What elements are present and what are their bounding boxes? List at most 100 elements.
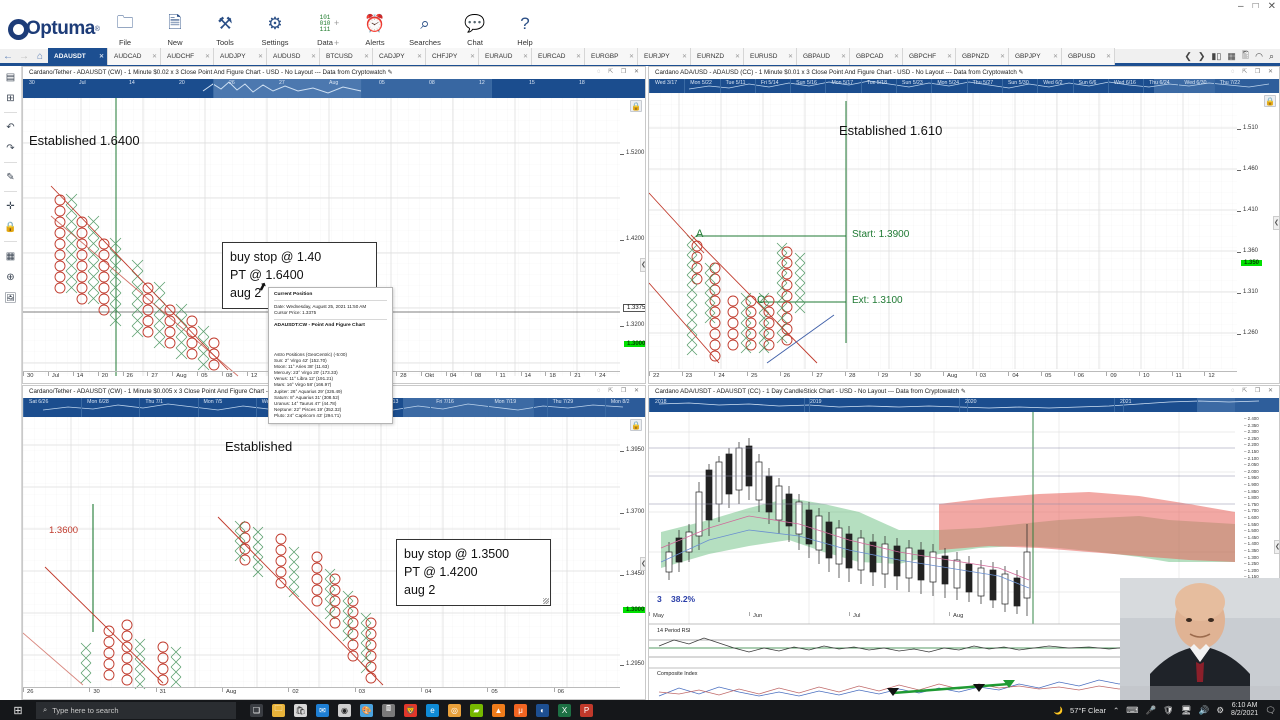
image-icon[interactable]: 🖼 xyxy=(3,291,18,305)
tab-close-icon[interactable]: ✕ xyxy=(1000,53,1005,60)
tray-settings-icon[interactable]: ⚙ xyxy=(1216,705,1224,716)
calculator-icon[interactable]: 🖩 xyxy=(382,703,395,717)
chrome-icon[interactable]: ◎ xyxy=(448,703,461,717)
undo-icon[interactable]: ↶ xyxy=(3,120,18,134)
layout-split-icon[interactable]: ▮▯ xyxy=(1211,51,1221,62)
tab-gbpcad[interactable]: GBPCAD ✕ xyxy=(850,47,903,65)
panel-collapse-handle-br[interactable]: ❮ xyxy=(1274,540,1279,554)
ribbon-button-help[interactable]: ? Help xyxy=(500,11,550,47)
tray-clock[interactable]: 6:10 AM 8/2/2021 xyxy=(1231,702,1258,717)
ribbon-add-icon[interactable]: + xyxy=(334,18,339,28)
panel-navigator-top-left[interactable]: 30 Jul 14 20 26 27 Aug 05 08 12 15 18 xyxy=(23,79,645,98)
tray-expand-chevron-icon[interactable]: ⌃ xyxy=(1113,706,1119,715)
tab-close-icon[interactable]: ✕ xyxy=(788,53,793,60)
tray-microphone-icon[interactable]: 🎤 xyxy=(1146,705,1157,716)
file-explorer-icon[interactable]: 🗀 xyxy=(272,703,285,717)
panel-collapse-handle-tl[interactable]: ❮ xyxy=(640,258,645,272)
tab-gbpaud[interactable]: GBPAUD ✕ xyxy=(797,47,850,65)
tab-audchf[interactable]: AUDCHF ✕ xyxy=(161,47,214,65)
tab-close-icon[interactable]: ✕ xyxy=(1106,53,1111,60)
tab-adausdt[interactable]: ADAUSDT ✕ xyxy=(48,47,108,65)
lock-icon-tl[interactable]: 🔒 xyxy=(630,100,642,112)
tray-keyboard-icon[interactable]: ⌨ xyxy=(1126,705,1138,716)
nav-back-button[interactable]: ← xyxy=(0,51,16,62)
panel-window-buttons-tl[interactable]: ◌ ⇱ ❐ ✕ xyxy=(597,68,642,75)
tab-close-icon[interactable]: ✕ xyxy=(841,53,846,60)
layout-grid-icon[interactable]: ▦ xyxy=(1227,51,1236,62)
tab-gbpchf[interactable]: GBPCHF ✕ xyxy=(903,47,956,65)
tab-close-icon[interactable]: ✕ xyxy=(523,53,528,60)
ribbon-button-data[interactable]: 101 010 111 Data xyxy=(300,11,350,48)
tab-close-icon[interactable]: ✕ xyxy=(735,53,740,60)
ribbon-button-alerts[interactable]: ⏰ Alerts xyxy=(350,11,400,47)
tab-close-icon[interactable]: ✕ xyxy=(894,53,899,60)
tab-close-icon[interactable]: ✕ xyxy=(629,53,634,60)
tab-scroll-left-icon[interactable]: ❮ xyxy=(1184,51,1192,62)
magnet-icon[interactable]: ⊕ xyxy=(3,270,18,284)
panel-window-buttons-br[interactable]: ◌ ⇱ ❐ ✕ xyxy=(1231,387,1276,394)
tab-chfjpy[interactable]: CHFJPY ✕ xyxy=(426,47,479,65)
tab-close-icon[interactable]: ✕ xyxy=(470,53,475,60)
tab-audjpy[interactable]: AUDJPY ✕ xyxy=(214,47,267,65)
panel-navigator-bottom-right[interactable]: 2018 2019 2020 2021 xyxy=(649,398,1279,412)
lock-icon-tr[interactable]: 🔒 xyxy=(1264,95,1276,107)
tab-gbpnzd[interactable]: GBPNZD ✕ xyxy=(956,47,1009,65)
tab-eurusd[interactable]: EURUSD ✕ xyxy=(744,47,797,65)
title-edit-icon[interactable]: ✎ xyxy=(388,69,393,76)
paint-icon[interactable]: 🎨 xyxy=(360,703,373,717)
weather-status[interactable]: 57°F Clear xyxy=(1070,706,1106,715)
tab-close-icon[interactable]: ✕ xyxy=(311,53,316,60)
tab-close-icon[interactable]: ✕ xyxy=(947,53,952,60)
task-view-icon[interactable]: ❑ xyxy=(250,703,263,717)
tab-audcad[interactable]: AUDCAD ✕ xyxy=(108,47,161,65)
tray-network-icon[interactable]: 🖥 xyxy=(1181,705,1192,716)
panel-navigator-top-right[interactable]: Wed 3/17 Mon 5/22 Tue 5/11 Fri 5/14 Sun 5/16… xyxy=(649,79,1279,93)
grid-icon[interactable]: ▦ xyxy=(3,249,18,263)
note-resize-handle-bottom[interactable] xyxy=(543,598,549,605)
tab-eurgbp[interactable]: EURGBP ✕ xyxy=(585,47,638,65)
search-icon[interactable]: ⌕ xyxy=(1269,51,1274,62)
tab-scroll-right-icon[interactable]: ❯ xyxy=(1198,51,1206,62)
brave-icon[interactable]: 🦁 xyxy=(404,703,417,717)
ribbon-button-settings[interactable]: ⚙ Settings xyxy=(250,11,300,47)
ribbon-add-icon-2[interactable]: + xyxy=(334,38,339,48)
tab-cadjpy[interactable]: CADJPY ✕ xyxy=(373,47,426,65)
panel-collapse-handle-tr[interactable]: ❮ xyxy=(1273,216,1279,230)
panel-window-buttons-bl[interactable]: ◌ ⇱ ❐ ✕ xyxy=(597,387,642,394)
utorrent-icon[interactable]: μ xyxy=(514,703,527,717)
ribbon-button-chat[interactable]: 💬 Chat xyxy=(450,11,500,47)
panel-collapse-handle-bl[interactable]: ❮ xyxy=(640,557,645,571)
taskbar-search-box[interactable]: ⌕ Type here to search xyxy=(36,701,236,719)
ribbon-button-tools[interactable]: ⚒ Tools xyxy=(200,11,250,47)
optuma-icon[interactable]: ◐ xyxy=(536,703,549,717)
tab-close-icon[interactable]: ✕ xyxy=(364,53,369,60)
alienware-icon[interactable]: ◉ xyxy=(338,703,351,717)
title-edit-icon-tr[interactable]: ✎ xyxy=(1019,69,1024,76)
layout-page-icon[interactable]: 🖺 xyxy=(1242,48,1249,64)
redo-icon[interactable]: ↷ xyxy=(3,141,18,155)
tab-eurjpy[interactable]: EURJPY ✕ xyxy=(638,47,691,65)
annotation-note-bottom[interactable]: buy stop @ 1.3500 PT @ 1.4200 aug 2 xyxy=(396,539,551,607)
nav-forward-button[interactable]: → xyxy=(16,51,32,62)
edge-icon[interactable]: e xyxy=(426,703,439,717)
crosshair-icon[interactable]: ✛ xyxy=(3,199,18,213)
windows-start-button[interactable]: ⊞ xyxy=(0,704,36,717)
panel-window-buttons-tr[interactable]: ◌ ⇱ ❐ ✕ xyxy=(1231,68,1276,75)
tab-close-icon[interactable]: ✕ xyxy=(576,53,581,60)
ribbon-button-searches[interactable]: ⌕ Searches xyxy=(400,11,450,47)
tab-eurcad[interactable]: EURCAD ✕ xyxy=(532,47,585,65)
layers-icon[interactable]: ▤ xyxy=(3,70,18,84)
tab-gbpusd[interactable]: GBPUSD ✕ xyxy=(1062,47,1115,65)
tab-euraud[interactable]: EURAUD ✕ xyxy=(479,47,532,65)
tab-close-icon[interactable]: ✕ xyxy=(1053,53,1058,60)
tab-close-icon[interactable]: ✕ xyxy=(99,53,104,60)
refresh-icon[interactable]: ◠ xyxy=(1255,51,1263,62)
tab-audusd[interactable]: AUDUSD ✕ xyxy=(267,47,320,65)
structure-icon[interactable]: ⊞ xyxy=(3,91,18,105)
store-icon[interactable]: 🛍 xyxy=(294,703,307,717)
tab-close-icon[interactable]: ✕ xyxy=(682,53,687,60)
chart-canvas-bottom-left[interactable]: Established 1.3600 🔒 1.3950 1.3700 1.345… xyxy=(23,417,645,699)
powerpoint-icon[interactable]: P xyxy=(580,703,593,717)
tray-volume-icon[interactable]: 🔊 xyxy=(1199,705,1210,716)
tab-btcusd[interactable]: BTCUSD ✕ xyxy=(320,47,373,65)
